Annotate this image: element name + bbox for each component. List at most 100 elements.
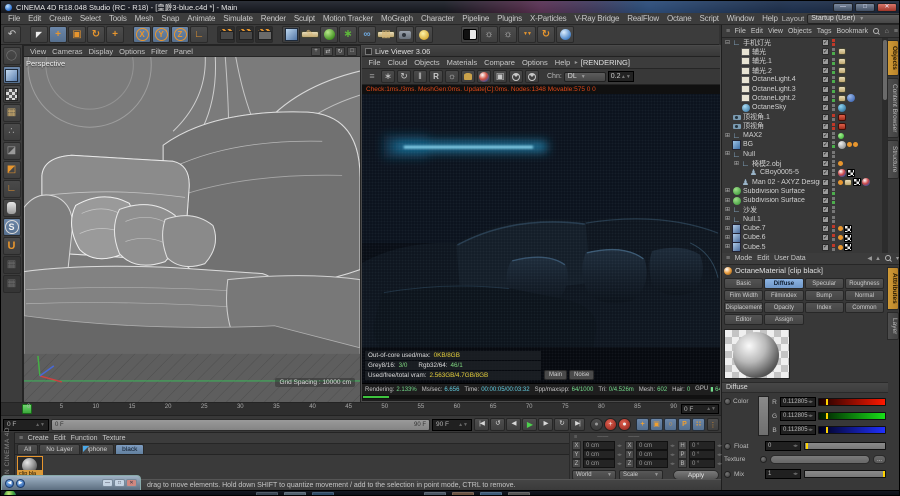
enable-checkbox[interactable] xyxy=(822,244,829,251)
workplane-grid-icon[interactable]: ▦ xyxy=(3,256,21,274)
add-cube-icon[interactable] xyxy=(282,26,300,43)
separator[interactable] xyxy=(22,26,29,43)
object-row[interactable]: Cube.7 xyxy=(722,224,882,233)
minimize-button[interactable]: — xyxy=(833,3,853,12)
menu-item[interactable]: Script xyxy=(696,14,723,23)
object-label[interactable]: Cube.5 xyxy=(743,244,820,251)
object-tag-icon[interactable] xyxy=(844,225,852,233)
object-tag-icon[interactable] xyxy=(847,142,852,147)
enable-checkbox[interactable] xyxy=(822,141,829,148)
menu-item[interactable]: Pipeline xyxy=(458,14,493,23)
focus-picker-icon[interactable] xyxy=(509,70,523,83)
enable-checkbox[interactable] xyxy=(822,95,829,102)
octane-world-icon[interactable] xyxy=(556,26,574,43)
channel-button[interactable]: Basic xyxy=(724,278,763,289)
object-row[interactable]: 辅光.2 xyxy=(722,66,882,75)
visibility-dots[interactable] xyxy=(831,243,836,252)
object-label[interactable]: Null.1 xyxy=(743,216,820,223)
rotate-view-icon[interactable]: ↻ xyxy=(335,47,345,56)
lv-menu-item[interactable]: Materials xyxy=(443,58,480,67)
range-start-handle[interactable]: 0 F xyxy=(55,422,64,428)
camera-label[interactable]: Perspective xyxy=(26,59,65,68)
menu-item[interactable]: Animate xyxy=(183,14,219,23)
menu-item[interactable]: Create xyxy=(45,14,76,23)
peek-maximize-button[interactable]: □ xyxy=(114,479,125,487)
channel-button[interactable]: Film Width xyxy=(724,290,763,301)
enable-checkbox[interactable] xyxy=(822,234,829,241)
key-pla-toggle[interactable]: ∷ xyxy=(692,418,705,431)
material-ball-icon[interactable] xyxy=(477,70,491,83)
pick-region-icon[interactable]: ▣ xyxy=(493,70,507,83)
material-preview[interactable] xyxy=(724,329,790,379)
object-row[interactable]: Null.1 xyxy=(722,215,882,224)
object-label[interactable]: BG xyxy=(743,141,820,148)
object-row[interactable]: Cube.5 xyxy=(722,243,882,252)
maximize-view-icon[interactable]: □ xyxy=(347,47,357,56)
om-menu-item[interactable]: View xyxy=(765,28,785,35)
expander-icon[interactable] xyxy=(725,198,732,204)
om-menu-item[interactable]: Tags xyxy=(814,28,834,35)
add-deformer-icon[interactable]: ∗ xyxy=(339,26,357,43)
object-label[interactable]: CBoy0005-5 xyxy=(760,169,820,176)
object-tag-icon[interactable] xyxy=(853,178,861,186)
object-label[interactable]: OctaneLight.4 xyxy=(752,76,820,83)
menu-item[interactable]: RealFlow xyxy=(623,14,663,23)
enable-checkbox[interactable] xyxy=(822,151,829,158)
object-label[interactable]: 沙发 xyxy=(743,205,820,215)
octane-gear-icon[interactable]: ☼ xyxy=(480,26,498,43)
enable-checkbox[interactable] xyxy=(822,169,829,176)
enable-checkbox[interactable] xyxy=(822,114,829,121)
lv-menu-item[interactable]: Compare xyxy=(481,58,519,67)
enable-checkbox[interactable] xyxy=(822,67,829,74)
live-viewer-titlebar[interactable]: Live Viewer 3.06 xyxy=(362,46,720,57)
add-floor-icon[interactable]: ▦ xyxy=(377,31,395,38)
range-end-handle[interactable]: 90 F xyxy=(414,422,426,428)
enable-checkbox[interactable] xyxy=(822,76,829,83)
menu-item[interactable]: Mesh xyxy=(131,14,158,23)
plane-grid-icon[interactable]: ▦ xyxy=(3,275,21,293)
viewport-menu-item[interactable]: View xyxy=(27,47,49,56)
enable-checkbox[interactable] xyxy=(822,206,829,213)
menu-item[interactable]: Motion Tracker xyxy=(319,14,377,23)
prev-frame-button[interactable]: ◀ xyxy=(506,418,521,431)
rotation-field[interactable]: 0 ° xyxy=(689,441,715,450)
background-explorer-window[interactable]: ◀ ▶ — □ ✕ xyxy=(1,475,141,490)
render-tab[interactable]: Noise xyxy=(569,370,594,380)
last-tool-icon[interactable]: + xyxy=(106,26,124,43)
object-tag-icon[interactable] xyxy=(847,94,855,102)
layer-tab[interactable]: iphone xyxy=(81,444,115,454)
object-tag-icon[interactable] xyxy=(838,86,846,93)
add-camera-icon[interactable] xyxy=(396,26,414,43)
object-label[interactable]: Man 02 - AXYZ Design xyxy=(752,179,820,186)
object-tag-icon[interactable] xyxy=(838,245,843,250)
menu-item[interactable]: Simulate xyxy=(219,14,257,23)
octane-bw-icon[interactable] xyxy=(461,26,479,43)
object-tag-icon[interactable] xyxy=(838,141,846,149)
enable-checkbox[interactable] xyxy=(822,39,829,46)
convert-icon[interactable]: ◯ xyxy=(3,47,21,65)
visibility-dots[interactable] xyxy=(831,75,836,84)
menu-item[interactable]: Render xyxy=(257,14,290,23)
mm-menu-item[interactable]: Texture xyxy=(100,435,128,442)
channel-button[interactable]: Bump xyxy=(805,290,844,301)
om-filter-icon[interactable]: ≡ xyxy=(893,28,899,35)
enable-checkbox[interactable] xyxy=(822,179,829,186)
visibility-dots[interactable] xyxy=(831,131,836,140)
channel-slider[interactable] xyxy=(818,412,886,420)
object-row[interactable]: 顶视角 xyxy=(722,122,882,131)
diffuse-section-header[interactable]: Diffuse xyxy=(722,382,888,393)
menu-item[interactable]: Sculpt xyxy=(290,14,319,23)
separator[interactable] xyxy=(434,26,460,43)
enable-checkbox[interactable] xyxy=(822,188,829,195)
viewport-menu-item[interactable]: Filter xyxy=(148,47,171,56)
close-button[interactable]: ✕ xyxy=(877,3,897,12)
wireframe-scene[interactable] xyxy=(24,57,360,402)
object-row[interactable]: Subdivision Surface xyxy=(722,187,882,196)
maximize-button[interactable]: □ xyxy=(855,3,875,12)
am-back-icon[interactable]: ◀ xyxy=(867,255,872,262)
object-row[interactable]: 辅光.1 xyxy=(722,57,882,66)
visibility-dots[interactable] xyxy=(831,113,836,122)
snap-icon[interactable]: S xyxy=(3,218,21,236)
layer-tab[interactable]: No Layer xyxy=(39,444,79,454)
object-label[interactable]: 辅光.2 xyxy=(752,66,820,76)
